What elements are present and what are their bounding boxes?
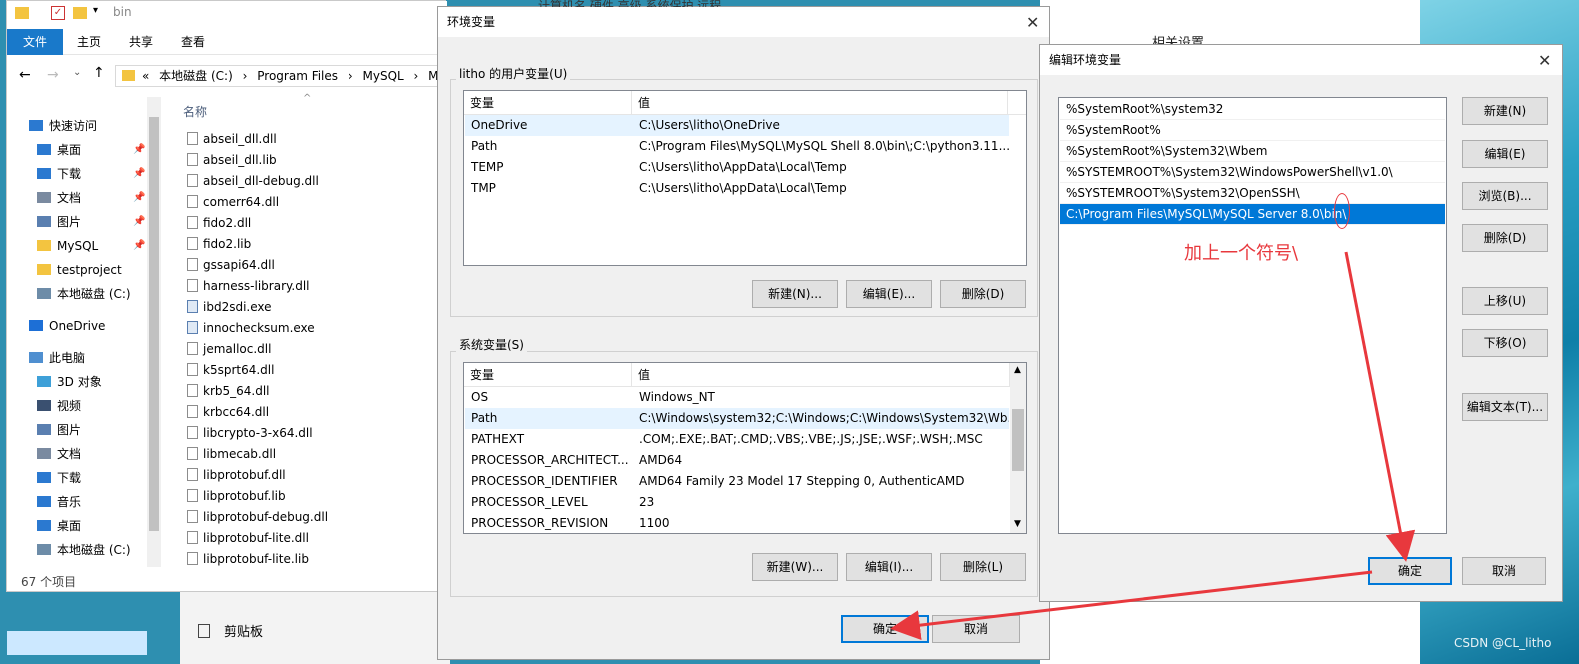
arrow-to-env-ok [890,570,1373,641]
watermark: CSDN @CL_litho [1454,636,1552,650]
annotation-arrows [890,251,1416,641]
arrow-to-edit-ok [1344,251,1416,562]
